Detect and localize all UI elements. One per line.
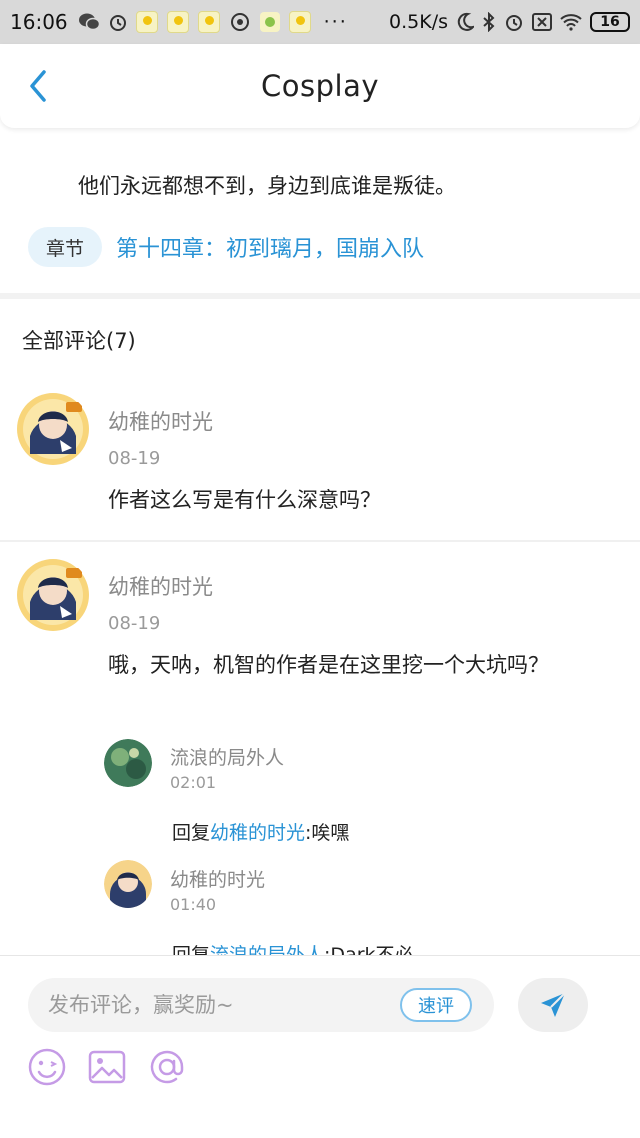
network-speed: 0.5K/s bbox=[389, 11, 448, 33]
avatar[interactable] bbox=[16, 392, 90, 466]
send-button[interactable] bbox=[518, 978, 588, 1032]
app-notification-icon bbox=[197, 11, 220, 33]
comment-date: 08-19 bbox=[108, 448, 161, 469]
comment-divider bbox=[0, 540, 640, 542]
avatar[interactable] bbox=[104, 860, 152, 908]
reply-time: 02:01 bbox=[170, 773, 217, 792]
comments-header: 全部评论(7) bbox=[22, 329, 136, 353]
battery-indicator: 16 bbox=[590, 12, 630, 32]
mention-button[interactable] bbox=[146, 1046, 188, 1088]
chapter-tag: 章节 bbox=[28, 227, 102, 267]
avatar[interactable] bbox=[104, 739, 152, 787]
avatar[interactable] bbox=[16, 558, 90, 632]
wifi-icon bbox=[560, 13, 582, 31]
page-header: Cosplay bbox=[0, 44, 640, 128]
comment-date: 08-19 bbox=[108, 613, 161, 634]
reply-to-user[interactable]: 幼稚的时光 bbox=[210, 822, 305, 844]
sim-off-icon bbox=[532, 13, 552, 31]
status-time: 16:06 bbox=[10, 10, 68, 34]
section-divider bbox=[0, 293, 640, 299]
reply-author[interactable]: 流浪的局外人 bbox=[170, 743, 284, 770]
chapter-quote: 他们永远都想不到，身边到底谁是叛徒。 bbox=[78, 174, 456, 198]
moon-icon bbox=[456, 12, 474, 32]
reply-prefix: 回复 bbox=[172, 822, 211, 844]
comment-text: 哦，天呐，机智的作者是在这里挖一个大坑吗？ bbox=[108, 653, 549, 677]
status-right: 0.5K/s 16 bbox=[389, 11, 630, 33]
comment-author[interactable]: 幼稚的时光 bbox=[108, 406, 213, 436]
wechat-icon bbox=[78, 12, 100, 32]
app-notification-icon bbox=[135, 11, 158, 33]
emoji-button[interactable] bbox=[26, 1046, 68, 1088]
alarm-icon bbox=[108, 12, 128, 32]
record-icon bbox=[229, 11, 251, 33]
status-bar: 16:06 ··· 0.5K/s 16 bbox=[0, 0, 640, 44]
comment-author[interactable]: 幼稚的时光 bbox=[108, 571, 213, 601]
send-icon bbox=[541, 992, 566, 1017]
image-icon bbox=[88, 1050, 126, 1084]
comment-composer: 速评 bbox=[0, 955, 640, 1138]
comment-input[interactable] bbox=[48, 986, 408, 1024]
chapter-link[interactable]: 第十四章：初到璃月，国崩入队 bbox=[116, 231, 424, 263]
back-button[interactable] bbox=[18, 66, 58, 106]
reply-text: 回复幼稚的时光:唉嘿 bbox=[172, 818, 349, 845]
bluetooth-icon bbox=[482, 12, 496, 32]
at-icon bbox=[150, 1050, 184, 1084]
reply-author[interactable]: 幼稚的时光 bbox=[170, 865, 265, 892]
page-title: Cosplay bbox=[261, 69, 379, 103]
app-notification-icon bbox=[259, 11, 281, 33]
reply-body: :唉嘿 bbox=[305, 822, 350, 844]
emoji-icon bbox=[28, 1048, 66, 1086]
alarm-icon bbox=[504, 12, 524, 32]
comment-text: 作者这么写是有什么深意吗？ bbox=[108, 488, 381, 512]
app-notification-icon bbox=[288, 11, 311, 33]
reply-time: 01:40 bbox=[170, 895, 217, 914]
more-notifications-icon: ··· bbox=[323, 11, 348, 33]
chevron-left-icon bbox=[30, 70, 46, 102]
comment-input-container: 速评 bbox=[28, 978, 494, 1032]
quick-review-button[interactable]: 速评 bbox=[400, 988, 472, 1022]
image-button[interactable] bbox=[86, 1046, 128, 1088]
app-notification-icon bbox=[166, 11, 189, 33]
chapter-row: 章节 第十四章：初到璃月，国崩入队 bbox=[28, 227, 424, 267]
